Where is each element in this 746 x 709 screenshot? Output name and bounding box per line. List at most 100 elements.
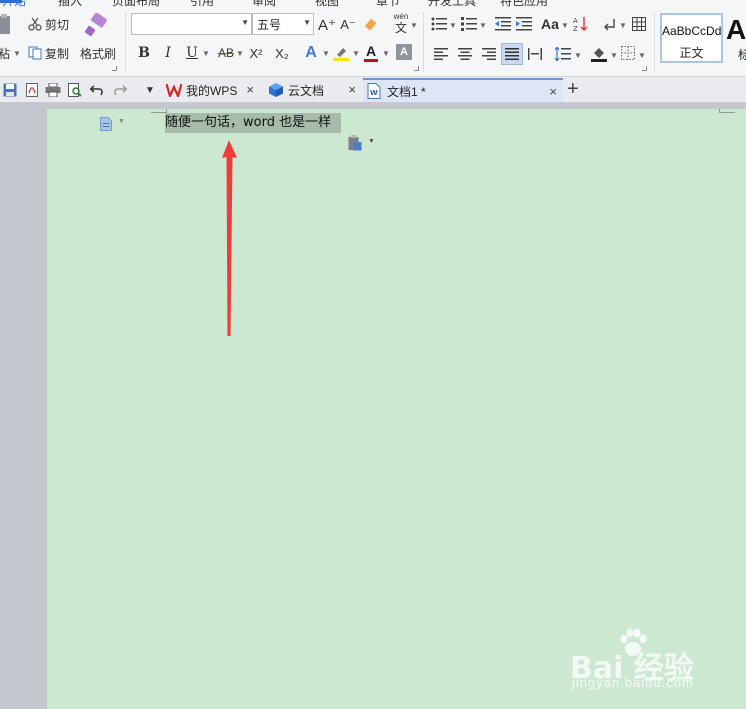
cloud-box-icon: [269, 83, 283, 97]
chevron-down-icon[interactable]: ▼: [574, 51, 582, 60]
strikethrough-button[interactable]: AB: [214, 43, 238, 63]
font-launcher[interactable]: [414, 66, 419, 71]
preview-icon: [68, 83, 82, 97]
undo-button[interactable]: [89, 82, 105, 98]
borders-button[interactable]: [620, 45, 636, 61]
increase-indent-button[interactable]: [515, 15, 533, 33]
highlight-button[interactable]: [332, 43, 350, 63]
cut-button[interactable]: 剪切: [28, 15, 74, 33]
tab-label: 我的WPS: [186, 83, 238, 98]
style-normal-name: 正文: [679, 46, 704, 60]
numbering-button[interactable]: [460, 15, 478, 33]
paragraph-layout-icon[interactable]: [100, 117, 112, 131]
chevron-down-icon[interactable]: ▼: [368, 138, 375, 145]
divider: [125, 12, 126, 72]
copy-button[interactable]: 复制: [28, 44, 74, 62]
chevron-down-icon[interactable]: ▼: [410, 21, 418, 30]
add-tab-button[interactable]: +: [567, 79, 579, 99]
change-case-button[interactable]: Aa: [540, 14, 560, 34]
chevron-down-icon[interactable]: ▼: [638, 51, 646, 60]
subscript-button[interactable]: X₂: [272, 43, 292, 63]
close-icon[interactable]: ×: [348, 82, 356, 97]
pinyin-char: 文: [394, 21, 407, 35]
tab-cloud-docs[interactable]: 云文档 ×: [264, 78, 362, 102]
align-left-button[interactable]: [432, 45, 450, 63]
divider: [423, 12, 424, 72]
close-icon[interactable]: ×: [246, 82, 254, 97]
justify-button[interactable]: [501, 43, 523, 65]
show-hide-marks-button[interactable]: [600, 14, 618, 34]
bold-button[interactable]: B: [136, 43, 152, 63]
align-center-button[interactable]: [456, 45, 474, 63]
tab-my-wps[interactable]: 我的WPS ×: [162, 78, 260, 102]
ribbon-tab[interactable]: 开始: [2, 0, 26, 9]
customize-toolbar-button[interactable]: ▼: [142, 82, 158, 98]
style-heading-name[interactable]: 标: [738, 46, 746, 63]
chevron-down-icon[interactable]: ▼: [619, 21, 627, 30]
italic-button[interactable]: I: [160, 43, 176, 63]
ribbon-tab[interactable]: 插入: [58, 0, 82, 9]
decrease-indent-button[interactable]: [494, 15, 512, 33]
paste-button[interactable]: [0, 12, 14, 38]
ribbon-tab[interactable]: 视图: [315, 0, 339, 9]
align-right-button[interactable]: [480, 45, 498, 63]
print-button[interactable]: [45, 82, 61, 98]
underline-button[interactable]: U: [184, 43, 200, 63]
align-center-icon: [458, 48, 472, 60]
chevron-down-icon[interactable]: ▼: [202, 49, 210, 58]
chevron-down-icon[interactable]: ▼: [322, 49, 330, 58]
ribbon-tab[interactable]: 章节: [376, 0, 400, 9]
superscript-button[interactable]: X²: [246, 43, 266, 63]
chevron-down-icon[interactable]: ▼: [561, 21, 569, 30]
eraser-icon: [365, 19, 377, 31]
ribbon-tab[interactable]: 引用: [190, 0, 214, 9]
annotation-arrow: [222, 140, 237, 336]
ribbon-tab[interactable]: 开发工具: [428, 0, 476, 9]
paragraph-launcher[interactable]: [642, 66, 647, 71]
text-effect-button[interactable]: A: [302, 43, 320, 63]
shading-button[interactable]: [590, 44, 608, 64]
document-page[interactable]: [46, 109, 746, 709]
clipboard-launcher[interactable]: [112, 66, 117, 71]
font-color-button[interactable]: A: [362, 41, 380, 63]
chevron-down-icon[interactable]: ▼: [382, 49, 390, 58]
char-shading-button[interactable]: A: [396, 44, 412, 60]
grow-font-button[interactable]: A⁺: [318, 15, 336, 35]
ribbon-tab[interactable]: 审阅: [252, 0, 276, 9]
paste-options-icon[interactable]: [348, 135, 362, 151]
close-icon[interactable]: ×: [549, 84, 557, 99]
chevron-down-icon[interactable]: ▼: [352, 49, 360, 58]
ribbon-tab[interactable]: 页面布局: [112, 0, 160, 9]
font-name-combo[interactable]: ▼: [131, 13, 252, 35]
print-preview-button[interactable]: [67, 82, 83, 98]
tab-document1[interactable]: W 文档1 * ×: [363, 78, 563, 102]
sort-button[interactable]: A Z: [572, 14, 590, 34]
line-spacing-button[interactable]: [554, 45, 572, 63]
svg-text:W: W: [370, 89, 378, 97]
scissors-icon: [28, 17, 42, 31]
format-painter-label[interactable]: 格式刷: [78, 45, 118, 61]
style-heading-sample[interactable]: A: [726, 14, 746, 46]
border-icon: [621, 46, 635, 60]
export-pdf-button[interactable]: [24, 82, 40, 98]
save-button[interactable]: [2, 82, 18, 98]
table-button[interactable]: [630, 14, 648, 34]
redo-button[interactable]: [112, 82, 128, 98]
font-size-combo[interactable]: 五号 ▼: [252, 13, 314, 35]
clear-format-button[interactable]: [362, 15, 380, 35]
selected-text[interactable]: 随便一句话，word 也是一样: [165, 113, 342, 133]
distribute-button[interactable]: [526, 45, 544, 63]
indent-icon: [516, 17, 532, 31]
chevron-down-icon[interactable]: ▼: [610, 51, 618, 60]
shrink-font-button[interactable]: A⁻: [339, 15, 357, 35]
chevron-down-icon[interactable]: ▼: [449, 21, 457, 30]
chevron-down-icon[interactable]: ▼: [236, 49, 244, 58]
chevron-down-icon[interactable]: ▼: [118, 118, 125, 125]
chevron-down-icon[interactable]: ▼: [479, 21, 487, 30]
bullets-button[interactable]: [430, 15, 448, 33]
ribbon-tab[interactable]: 特色应用: [500, 0, 548, 9]
paste-label[interactable]: 粘▼: [0, 45, 21, 61]
format-painter-button[interactable]: [82, 12, 110, 40]
style-normal[interactable]: AaBbCcDd 正文: [660, 13, 723, 63]
bullet-list-icon: [431, 17, 447, 31]
